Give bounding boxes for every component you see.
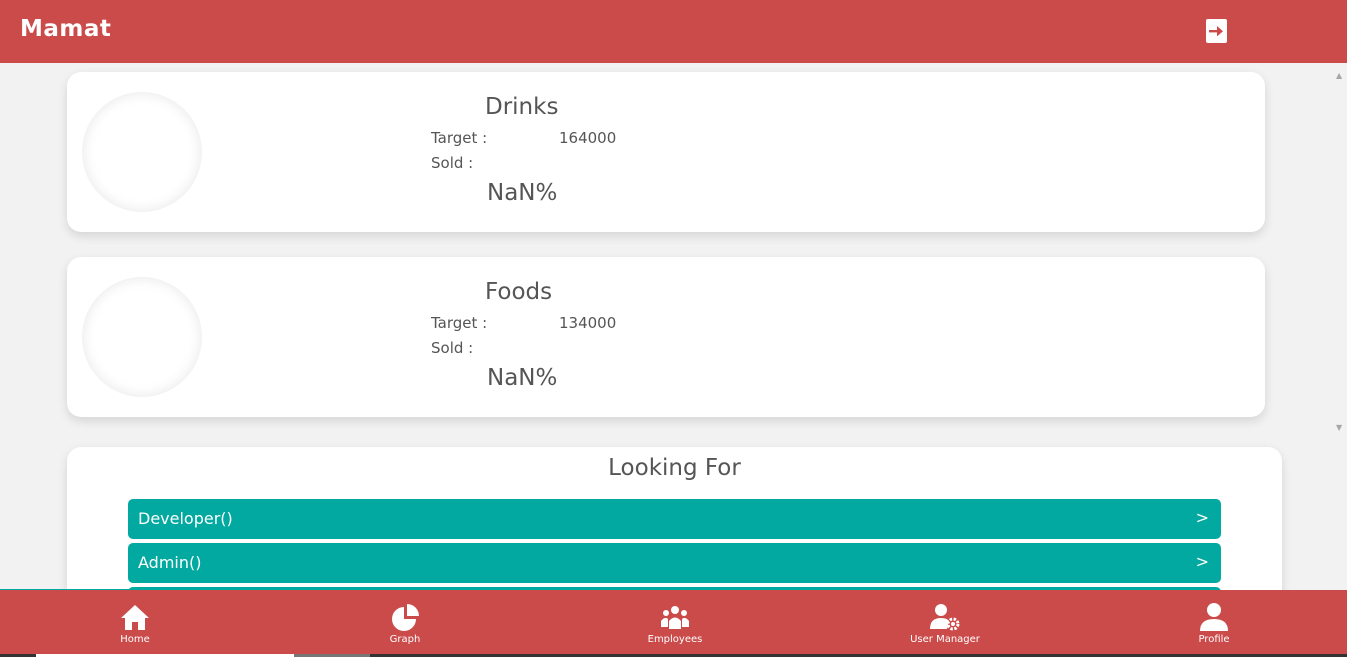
- scroll-up-arrow[interactable]: ▲: [1336, 71, 1342, 80]
- nav-label: Home: [120, 634, 150, 645]
- people-icon: [661, 606, 689, 629]
- bottom-navigation: Home Graph Employees User Manager Profil…: [0, 590, 1347, 657]
- home-icon: [121, 605, 149, 630]
- looking-for-title: Looking For: [608, 455, 741, 481]
- logout-icon: [1209, 26, 1223, 37]
- target-card-foods: Foods Target : 134000 Sold : NaN%: [67, 257, 1265, 417]
- target-value: 164000: [559, 129, 617, 147]
- progress-circle: [82, 92, 202, 212]
- app-brand: Mamat: [20, 16, 112, 42]
- nav-label: Profile: [1198, 634, 1230, 645]
- target-card-drinks: Drinks Target : 164000 Sold : NaN%: [67, 72, 1265, 232]
- user-gear-icon: [930, 604, 960, 631]
- nav-label: User Manager: [910, 634, 980, 645]
- logout-button[interactable]: [1206, 19, 1227, 43]
- target-label: Target :: [431, 129, 488, 147]
- card-title: Foods: [485, 279, 553, 305]
- pie-chart-icon: [392, 604, 419, 631]
- sold-label: Sold :: [431, 154, 474, 172]
- nav-employees[interactable]: Employees: [605, 590, 745, 654]
- user-icon: [1200, 603, 1228, 631]
- nav-user-manager[interactable]: User Manager: [875, 590, 1015, 654]
- job-item-admin[interactable]: Admin() >: [128, 543, 1221, 583]
- target-label: Target :: [431, 314, 488, 332]
- nav-graph[interactable]: Graph: [335, 590, 475, 654]
- chevron-right-icon: >: [1195, 552, 1209, 571]
- percent-value: NaN%: [487, 365, 558, 391]
- looking-for-card: Looking For Developer() > Admin() >: [67, 447, 1282, 590]
- percent-value: NaN%: [487, 180, 558, 206]
- top-app-bar: Mamat: [0, 0, 1347, 63]
- sold-label: Sold :: [431, 339, 474, 357]
- progress-circle: [82, 277, 202, 397]
- chevron-right-icon: >: [1195, 508, 1209, 527]
- target-value: 134000: [559, 314, 617, 332]
- card-title: Drinks: [485, 94, 559, 120]
- main-content[interactable]: ▲ ▼ Drinks Target : 164000 Sold : NaN% F…: [0, 63, 1347, 590]
- job-label: Admin(): [138, 553, 202, 572]
- nav-profile[interactable]: Profile: [1144, 590, 1284, 654]
- scroll-down-arrow[interactable]: ▼: [1336, 423, 1342, 432]
- job-item-developer[interactable]: Developer() >: [128, 499, 1221, 539]
- job-label: Developer(): [138, 509, 233, 528]
- nav-label: Graph: [389, 634, 421, 645]
- nav-home[interactable]: Home: [65, 590, 205, 654]
- nav-label: Employees: [647, 634, 703, 645]
